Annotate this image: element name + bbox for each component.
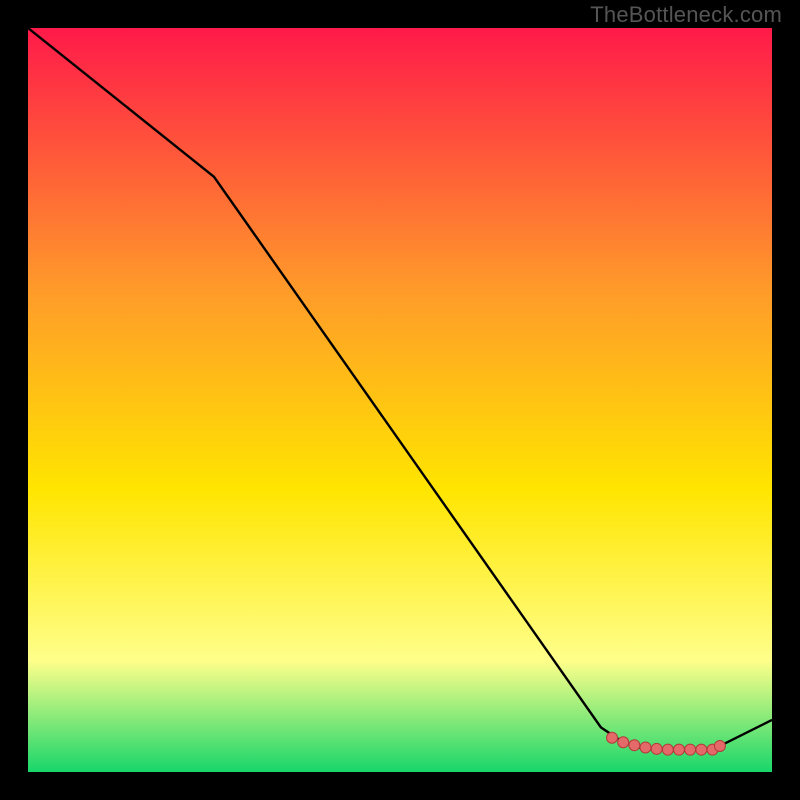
marker-point <box>618 737 629 748</box>
marker-point <box>714 740 725 751</box>
marker-point <box>629 740 640 751</box>
marker-point <box>607 732 618 743</box>
plot-svg <box>28 28 772 772</box>
marker-point <box>696 744 707 755</box>
chart-container: TheBottleneck.com <box>0 0 800 800</box>
attribution-text: TheBottleneck.com <box>590 2 782 28</box>
gradient-background <box>28 28 772 772</box>
marker-point <box>685 744 696 755</box>
marker-point <box>662 744 673 755</box>
marker-point <box>640 742 651 753</box>
marker-point <box>651 743 662 754</box>
plot-area <box>28 28 772 772</box>
marker-point <box>674 744 685 755</box>
